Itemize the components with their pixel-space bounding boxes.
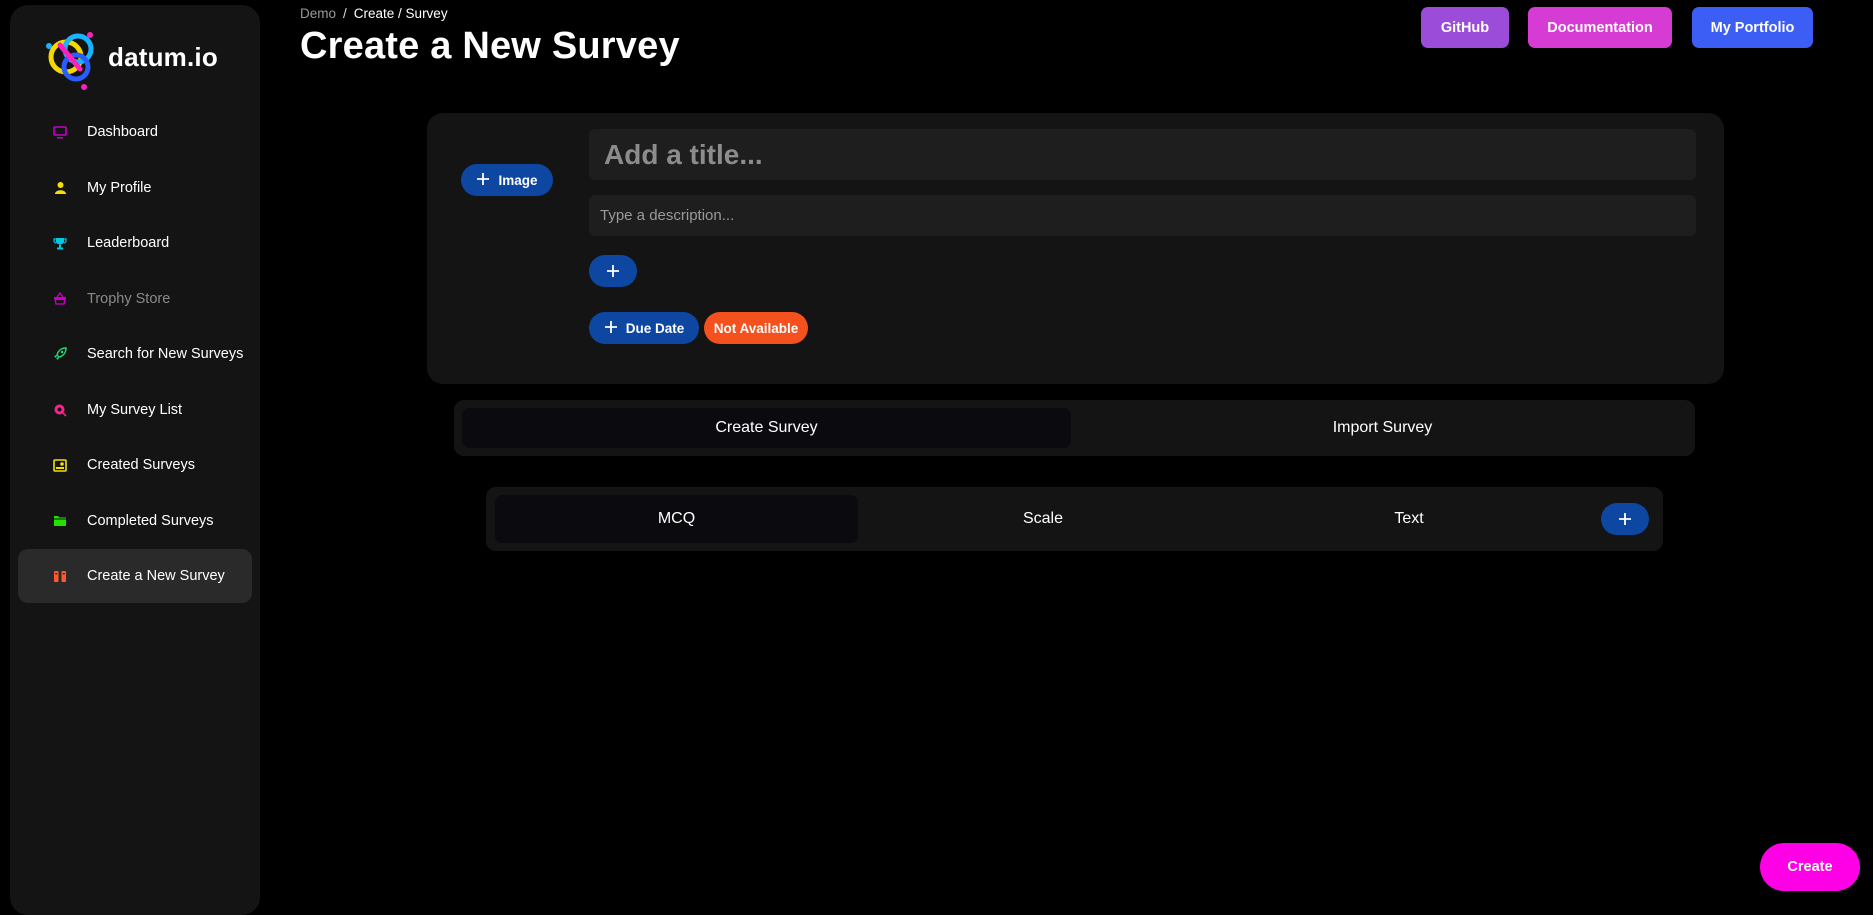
plus-icon [604, 320, 618, 337]
sidebar-item-completed-surveys[interactable]: Completed Surveys [18, 494, 252, 548]
monitor-icon [52, 124, 68, 140]
tab-import-survey[interactable]: Import Survey [1077, 408, 1688, 448]
page-title: Create a New Survey [300, 25, 680, 67]
question-type-tabs: MCQ Scale Text [486, 487, 1663, 551]
rocket-icon [52, 346, 68, 362]
plus-icon [1619, 513, 1631, 525]
due-date-label: Due Date [625, 320, 685, 336]
sidebar-item-label: Create a New Survey [87, 568, 225, 584]
survey-mode-tabs: Create Survey Import Survey [454, 400, 1695, 456]
sidebar-item-trophy-store[interactable]: Trophy Store [18, 272, 252, 326]
columns-icon [52, 568, 68, 584]
sidebar-item-leaderboard[interactable]: Leaderboard [18, 216, 252, 270]
sidebar-item-label: Search for New Surveys [87, 346, 244, 362]
list-icon [52, 402, 68, 418]
sidebar-item-label: Trophy Store [87, 290, 171, 307]
create-survey-button[interactable]: Create [1760, 843, 1860, 891]
tab-mcq[interactable]: MCQ [495, 495, 858, 543]
breadcrumb-root[interactable]: Demo [300, 6, 336, 21]
folder-icon [52, 513, 68, 529]
id-card-icon [52, 457, 68, 473]
user-icon [52, 180, 68, 196]
documentation-button[interactable]: Documentation [1528, 7, 1672, 48]
sidebar-item-label: Dashboard [87, 124, 158, 140]
tab-text[interactable]: Text [1228, 495, 1590, 543]
sidebar-item-label: Created Surveys [87, 457, 195, 473]
plus-icon [607, 265, 619, 277]
sidebar-item-my-profile[interactable]: My Profile [18, 161, 252, 215]
breadcrumb-separator: / [343, 6, 347, 21]
sidebar-item-label: My Survey List [87, 401, 183, 418]
breadcrumb: Demo / Create / Survey [300, 6, 448, 21]
sidebar-item-dashboard[interactable]: Dashboard [18, 105, 252, 159]
tab-create-survey[interactable]: Create Survey [462, 408, 1071, 448]
datum-logo-icon [46, 32, 94, 90]
trophy-icon [52, 235, 68, 251]
sidebar-item-label: Leaderboard [87, 235, 170, 251]
sidebar-nav: Dashboard My Profile Leaderboard Trophy … [18, 105, 252, 605]
survey-description-input[interactable] [589, 195, 1696, 236]
sidebar-item-label: My Profile [87, 179, 152, 196]
brand-logo[interactable]: datum.io [38, 23, 218, 91]
survey-title-input[interactable] [589, 129, 1696, 180]
sidebar-item-label: Completed Surveys [87, 512, 214, 529]
github-button[interactable]: GitHub [1421, 7, 1509, 48]
due-date-status-badge: Not Available [704, 312, 808, 344]
sidebar-item-my-survey-list[interactable]: My Survey List [18, 383, 252, 437]
add-question-button[interactable] [1601, 503, 1649, 535]
due-date-button[interactable]: Due Date [589, 312, 699, 344]
tab-scale[interactable]: Scale [862, 495, 1224, 543]
sidebar-item-created-surveys[interactable]: Created Surveys [18, 438, 252, 492]
add-field-button[interactable] [589, 255, 637, 287]
basket-icon [52, 291, 68, 307]
sidebar-item-create-survey[interactable]: Create a New Survey [18, 549, 252, 603]
add-image-label: Image [498, 172, 538, 188]
survey-details-card: Image Due Date Not Available [427, 113, 1724, 384]
plus-icon [476, 172, 490, 189]
portfolio-button[interactable]: My Portfolio [1692, 7, 1813, 48]
sidebar-item-search-surveys[interactable]: Search for New Surveys [18, 327, 252, 381]
breadcrumb-current: Create / Survey [353, 6, 448, 21]
add-image-button[interactable]: Image [461, 164, 553, 196]
brand-name: datum.io [108, 41, 218, 72]
sidebar: datum.io Dashboard My Profile Leaderboar… [10, 5, 260, 915]
